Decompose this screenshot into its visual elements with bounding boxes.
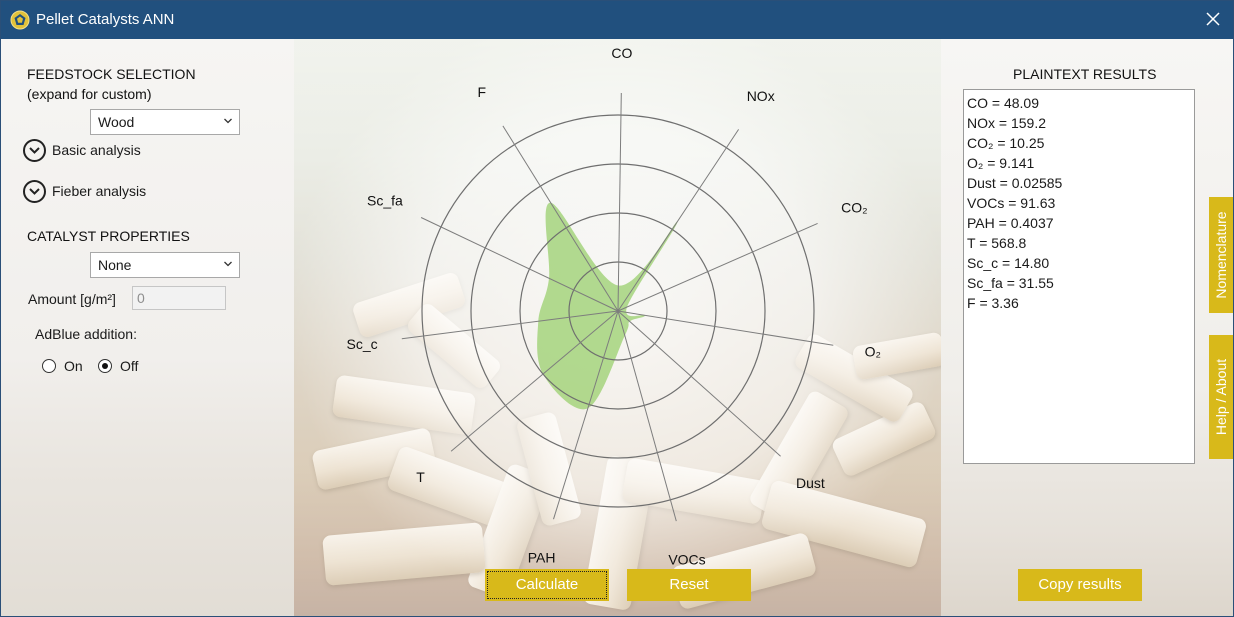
catalyst-select[interactable]: None: [90, 252, 240, 278]
fiber-analysis-expander[interactable]: Fieber analysis: [23, 180, 183, 204]
expand-chevron-icon: [23, 180, 46, 203]
window-title: Pellet Catalysts ANN: [36, 11, 175, 28]
results-panel: PLAINTEXT RESULTS CO = 48.09 NOx = 159.2 C…: [941, 39, 1233, 616]
feedstock-subtitle: (expand for custom): [27, 86, 152, 102]
chart-panel: CO NOx CO₂ O₂ Dust VOCs PAH T Sc_c Sc_fa F Calcula…: [294, 39, 941, 616]
radar-axis-label: Dust: [796, 475, 825, 491]
radar-axis-label: CO: [611, 45, 632, 61]
radar-axis-line: [617, 92, 622, 312]
input-panel: FEEDSTOCK SELECTION (expand for custom) …: [1, 39, 294, 616]
radar-axis-label: F: [478, 84, 487, 100]
result-line: F = 3.36: [967, 295, 1019, 311]
result-line: T = 568.8: [967, 235, 1027, 251]
result-line: O₂ = 9.141: [967, 155, 1035, 171]
radar-axis-label: CO₂: [841, 199, 867, 215]
adblue-label: AdBlue addition:: [35, 326, 137, 342]
results-textbox[interactable]: CO = 48.09 NOx = 159.2 CO₂ = 10.25 O₂ = 9.1…: [963, 89, 1195, 464]
result-line: Dust = 0.02585: [967, 175, 1063, 191]
copy-results-button[interactable]: Copy results: [1018, 569, 1142, 601]
radar-chart: CO NOx CO₂ O₂ Dust VOCs PAH T Sc_c Sc_fa F: [347, 45, 881, 568]
catalyst-select-value: None: [98, 257, 132, 273]
expand-chevron-icon: [23, 139, 46, 162]
chevron-down-icon: [224, 118, 232, 124]
feedstock-section-title: FEEDSTOCK SELECTION (expand for custom): [27, 64, 196, 104]
basic-analysis-expander[interactable]: Basic analysis: [23, 139, 183, 163]
main-content: FEEDSTOCK SELECTION (expand for custom) …: [1, 39, 1233, 616]
feedstock-select-value: Wood: [98, 114, 135, 130]
adblue-on-label: On: [64, 358, 83, 374]
radar-axis-label: Sc_fa: [367, 192, 403, 208]
result-line: Sc_c = 14.80: [967, 255, 1050, 271]
adblue-off-radio[interactable]: Off: [98, 357, 148, 377]
result-line: VOCs = 91.63: [967, 195, 1056, 211]
radar-axis-label: VOCs: [668, 552, 705, 568]
radar-axis-label: T: [416, 469, 425, 485]
radar-axis-label: Sc_c: [347, 336, 378, 352]
radar-axis-label: NOx: [747, 88, 775, 104]
nomenclature-tab[interactable]: Nomenclature: [1209, 197, 1233, 313]
radio-unchecked-icon: [42, 359, 56, 373]
pentagon-badge-icon: [10, 10, 30, 30]
catalyst-section-title: CATALYST PROPERTIES: [27, 228, 190, 244]
calculate-button[interactable]: Calculate: [485, 569, 609, 601]
nomenclature-tab-label: Nomenclature: [1213, 211, 1229, 299]
result-line: CO = 48.09: [967, 95, 1039, 111]
result-line: CO₂ = 10.25: [967, 135, 1045, 151]
app-window: Pellet Catalysts ANN FEEDSTOCK SELECTION…: [0, 0, 1234, 617]
amount-label: Amount [g/m²]: [28, 291, 116, 307]
radar-axis-label: PAH: [528, 549, 556, 565]
feedstock-select[interactable]: Wood: [90, 109, 240, 135]
result-line: NOx = 159.2: [967, 115, 1046, 131]
radio-checked-icon: [98, 359, 112, 373]
result-line: PAH = 0.4037: [967, 215, 1054, 231]
basic-analysis-label: Basic analysis: [52, 142, 141, 158]
radar-axis-line: [617, 129, 740, 312]
help-about-tab-label: Help / About: [1213, 358, 1229, 436]
close-icon[interactable]: [1201, 7, 1225, 31]
title-bar: Pellet Catalysts ANN: [1, 1, 1233, 39]
result-line: Sc_fa = 31.55: [967, 275, 1054, 291]
radar-axis-line: [617, 310, 677, 522]
results-title: PLAINTEXT RESULTS: [1013, 66, 1157, 82]
reset-button[interactable]: Reset: [627, 569, 751, 601]
adblue-on-radio[interactable]: On: [42, 357, 92, 377]
radar-axis-label: O₂: [865, 344, 881, 360]
chevron-down-icon: [224, 261, 232, 267]
help-about-tab[interactable]: Help / About: [1209, 335, 1233, 459]
fiber-analysis-label: Fieber analysis: [52, 183, 147, 199]
feedstock-title: FEEDSTOCK SELECTION: [27, 66, 196, 82]
adblue-off-label: Off: [120, 358, 139, 374]
amount-input[interactable]: 0: [132, 286, 226, 310]
